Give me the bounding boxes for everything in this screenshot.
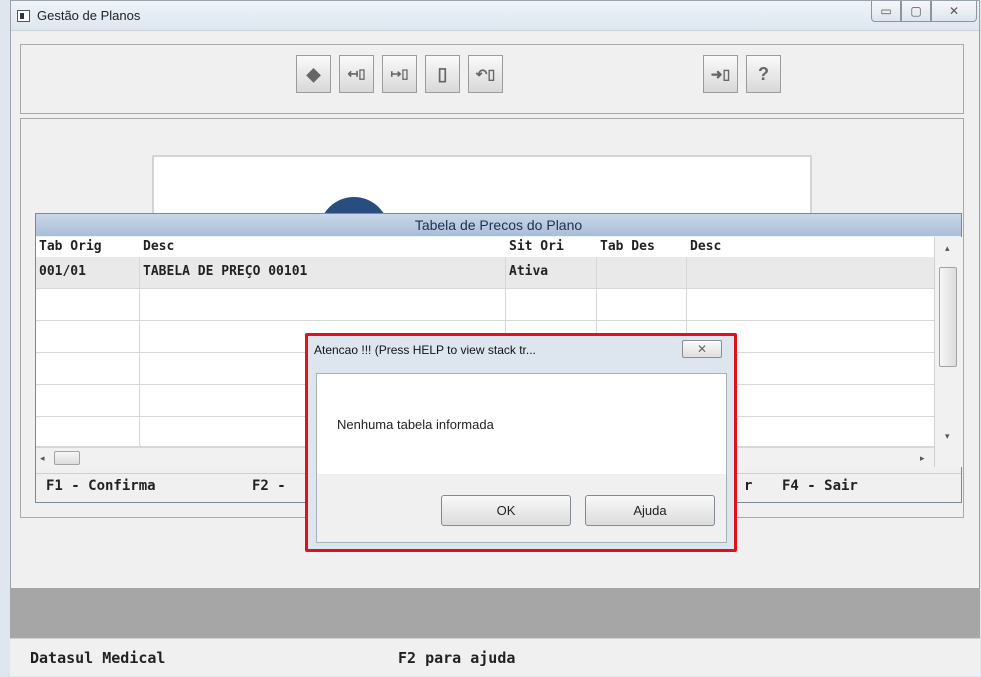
horizontal-scroll-thumb[interactable]	[54, 451, 80, 465]
import-button[interactable]: ↤▯	[339, 55, 374, 93]
cell-empty[interactable]	[36, 353, 140, 384]
status-help-hint: F2 para ajuda	[398, 649, 516, 667]
cell-tab-des[interactable]	[597, 257, 687, 288]
paste-button[interactable]: ↶▯	[468, 55, 503, 93]
window-controls: ▭ ▢ ✕	[871, 1, 977, 23]
status-band	[10, 588, 980, 638]
col-header-sit-ori[interactable]: Sit Ori	[506, 237, 564, 257]
dialog-message: Nenhuma tabela informada	[337, 417, 494, 432]
dialog-body: Nenhuma tabela informada OK Ajuda	[316, 373, 727, 543]
cell-empty[interactable]	[140, 289, 506, 320]
cell-tab-orig[interactable]: 001/01	[36, 257, 140, 288]
col-header-desc[interactable]: Desc	[140, 237, 174, 257]
minimize-icon: ▭	[880, 4, 892, 18]
close-icon: ✕	[948, 4, 960, 18]
cell-empty[interactable]	[36, 417, 140, 446]
exit-button[interactable]: ➜▯	[703, 55, 738, 93]
dialog-close-button[interactable]: ✕	[682, 340, 722, 358]
table-row[interactable]: 001/01 TABELA DE PREÇO 00101 Ativa	[36, 257, 934, 289]
copy-icon: ▯	[437, 63, 448, 84]
col-header-desc-dest[interactable]: Desc	[687, 237, 721, 257]
minimize-button[interactable]: ▭	[871, 1, 901, 22]
alert-dialog: Atencao !!! (Press HELP to view stack tr…	[305, 333, 737, 552]
f2-key[interactable]: F2 -	[252, 474, 286, 498]
cell-empty[interactable]	[506, 289, 597, 320]
cell-empty[interactable]	[36, 321, 140, 352]
toolbar: ◆ ↤▯ ↦▯ ▯ ↶▯ ➜▯ ?	[20, 44, 964, 114]
help-icon: ?	[758, 63, 769, 84]
col-header-tab-orig[interactable]: Tab Orig	[36, 237, 102, 257]
title-bar: Gestão de Planos ▭ ▢ ✕	[11, 1, 979, 31]
table-window-title: Tabela de Precos do Plano	[36, 214, 961, 236]
ok-button[interactable]: OK	[441, 495, 571, 526]
help-button[interactable]: ?	[746, 55, 781, 93]
copy-button[interactable]: ▯	[425, 55, 460, 93]
f3-key[interactable]: r	[744, 474, 752, 498]
f1-confirm-key[interactable]: F1 - Confirma	[46, 474, 156, 498]
col-header-tab-des[interactable]: Tab Des	[597, 237, 655, 257]
cell-empty[interactable]	[36, 289, 140, 320]
dialog-title: Atencao !!! (Press HELP to view stack tr…	[314, 343, 536, 357]
maximize-button[interactable]: ▢	[901, 1, 931, 22]
status-app-name: Datasul Medical	[30, 649, 166, 667]
close-button[interactable]: ✕	[931, 1, 977, 22]
help-dialog-button[interactable]: Ajuda	[585, 495, 715, 526]
status-bar: Datasul Medical F2 para ajuda	[10, 638, 980, 676]
scroll-up-icon[interactable]: ▴	[945, 243, 950, 254]
cell-sit-ori[interactable]: Ativa	[506, 257, 597, 288]
table-row[interactable]	[36, 289, 934, 321]
app-icon	[17, 10, 30, 22]
tag-icon: ◆	[306, 63, 321, 84]
cell-empty[interactable]	[36, 385, 140, 416]
tag-button[interactable]: ◆	[296, 55, 331, 93]
cell-empty[interactable]	[597, 289, 687, 320]
window-title: Gestão de Planos	[37, 8, 141, 23]
exit-icon: ➜▯	[710, 65, 731, 82]
dialog-message-area: Nenhuma tabela informada	[317, 374, 726, 474]
cell-desc[interactable]: TABELA DE PREÇO 00101	[140, 257, 506, 288]
vertical-scroll-thumb[interactable]	[939, 267, 957, 367]
scroll-down-icon[interactable]: ▾	[945, 431, 950, 442]
scroll-right-icon[interactable]: ▸	[920, 453, 925, 464]
maximize-icon: ▢	[910, 4, 922, 18]
scroll-left-icon[interactable]: ◂	[40, 453, 45, 464]
import-icon: ↤▯	[347, 66, 366, 81]
export-icon: ↦▯	[390, 66, 409, 81]
vertical-scrollbar[interactable]: ▴ ▾	[934, 237, 962, 467]
f4-exit-key[interactable]: F4 - Sair	[782, 474, 858, 498]
close-icon: ✕	[696, 342, 708, 356]
export-button[interactable]: ↦▯	[382, 55, 417, 93]
paste-icon: ↶▯	[475, 65, 496, 82]
